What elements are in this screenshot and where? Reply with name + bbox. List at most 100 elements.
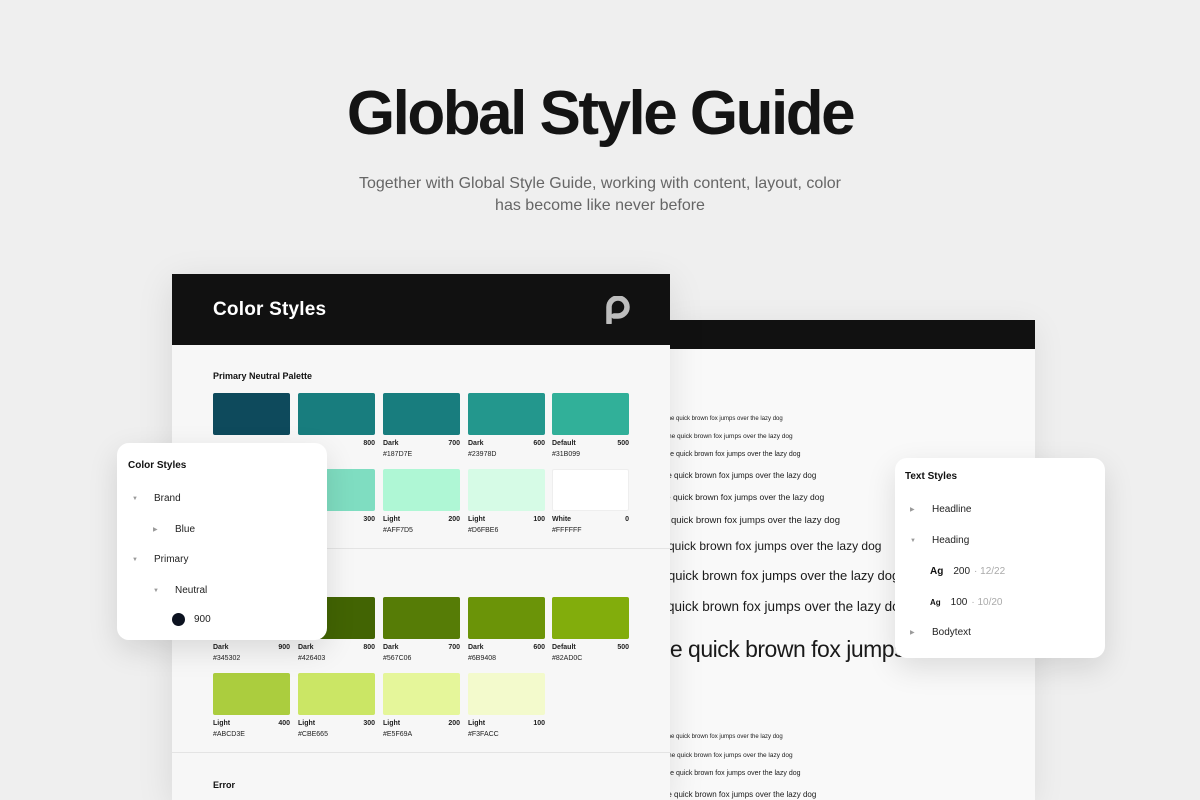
- swatch-weight: 300: [363, 720, 375, 727]
- tree-item-blue[interactable]: ▶ Blue: [153, 524, 195, 535]
- tree-item-label: Heading: [932, 535, 970, 546]
- text-styles-panel: Text Styles ▶ Headline ▼ Heading Ag 200 …: [895, 458, 1105, 658]
- swatch-label: Light: [298, 720, 316, 727]
- tree-item-label: Headline: [932, 504, 972, 515]
- caret-down-icon: ▼: [132, 495, 138, 502]
- text-sample: The quick brown fox jumps over the lazy …: [668, 568, 900, 583]
- text-sample: The quick brown fox jumps over the lazy …: [668, 433, 793, 440]
- tree-item-label: Primary: [154, 554, 189, 565]
- text-style-weight: 200: [953, 566, 971, 577]
- swatch-hex: #567C06: [383, 655, 412, 662]
- color-swatch[interactable]: [383, 469, 460, 511]
- text-styles-header: [668, 320, 1035, 349]
- section-title-error: Error: [213, 780, 236, 790]
- swatch-hex: #82AD0C: [552, 655, 583, 662]
- swatch-meta: Light 200 #AFF7D5: [383, 516, 460, 534]
- text-sample: The quick brown fox jumps over the lazy …: [668, 451, 801, 458]
- swatch-label: Default: [552, 440, 576, 447]
- swatch-meta: Dark 700 #187D7E: [383, 440, 460, 458]
- swatch-meta: Dark 700 #567C06: [383, 644, 460, 662]
- color-swatch[interactable]: [468, 469, 545, 511]
- page-subtitle: Together with Global Style Guide, workin…: [300, 173, 900, 217]
- swatch-hex: #345302: [213, 655, 241, 662]
- color-swatch[interactable]: [213, 393, 290, 435]
- swatch-label: Light: [383, 516, 401, 523]
- swatch-label: Default: [552, 644, 576, 651]
- swatch-weight: 600: [533, 440, 545, 447]
- text-sample: The quick brown fox jumps over the lazy …: [668, 790, 817, 799]
- color-swatch[interactable]: [552, 393, 629, 435]
- section-divider: [172, 752, 670, 753]
- tree-item-900[interactable]: 900: [172, 613, 211, 626]
- swatch-weight: 500: [617, 644, 629, 651]
- typography-ag-icon: Ag: [930, 566, 944, 577]
- swatch-label: Light: [468, 516, 486, 523]
- tree-item-heading[interactable]: ▼ Heading: [910, 535, 969, 546]
- swatch-weight: 0: [625, 516, 629, 523]
- p-logo-icon: [606, 296, 630, 324]
- caret-right-icon: ▶: [910, 630, 915, 636]
- color-swatch[interactable]: [552, 469, 629, 511]
- section-title-primary: Primary Neutral Palette: [213, 371, 313, 381]
- swatch-label: Dark: [468, 644, 484, 651]
- swatch-meta: Light 300 #CBE665: [298, 720, 375, 738]
- color-swatch[interactable]: [298, 393, 375, 435]
- caret-right-icon: ▶: [153, 527, 158, 533]
- swatch-meta: Dark 600 #23978D: [468, 440, 545, 458]
- swatch-weight: 900: [278, 644, 290, 651]
- text-sample: The quick brown fox jumps over the lazy …: [668, 752, 793, 759]
- swatch-label: Dark: [298, 644, 314, 651]
- swatch-hex: #F3FACC: [468, 731, 499, 738]
- color-swatch[interactable]: [383, 673, 460, 715]
- tree-item-headline[interactable]: ▶ Headline: [910, 504, 971, 515]
- swatch-label: Light: [383, 720, 401, 727]
- subtitle-line-1: Together with Global Style Guide, workin…: [358, 175, 842, 192]
- swatch-hex: #187D7E: [383, 451, 413, 458]
- caret-down-icon: ▼: [910, 537, 916, 544]
- swatch-meta: White 0 #FFFFFF: [552, 516, 629, 534]
- text-style-meta: · 10/20: [971, 597, 1003, 608]
- swatch-weight: 300: [363, 516, 375, 523]
- tree-item-label: Bodytext: [932, 627, 971, 638]
- text-style-100[interactable]: Ag 100 · 10/20: [930, 597, 1003, 608]
- tree-item-brand[interactable]: ▼ Brand: [132, 493, 181, 504]
- tree-item-primary[interactable]: ▼ Primary: [132, 554, 188, 565]
- text-sample-large: The quick brown fox jumps: [668, 636, 906, 662]
- swatch-weight: 700: [448, 644, 460, 651]
- tree-item-label: 900: [194, 614, 211, 625]
- swatch-meta: Default 500 #31B099: [552, 440, 629, 458]
- text-sample: The quick brown fox jumps over the lazy …: [668, 539, 882, 553]
- swatch-label: White: [552, 516, 572, 523]
- tree-item-neutral[interactable]: ▼ Neutral: [153, 585, 207, 596]
- color-swatch[interactable]: [383, 597, 460, 639]
- swatch-hex: #AFF7D5: [383, 527, 413, 534]
- swatch-hex: #6B9408: [468, 655, 497, 662]
- swatch-label: Dark: [213, 644, 229, 651]
- swatch-meta: Dark 900 #345302: [213, 644, 290, 662]
- swatch-hex: #426403: [298, 655, 326, 662]
- color-swatch[interactable]: [298, 673, 375, 715]
- text-style-meta: · 12/22: [974, 566, 1006, 577]
- color-swatch[interactable]: [383, 393, 460, 435]
- swatch-meta: Light 400 #ABCD3E: [213, 720, 290, 738]
- color-swatch[interactable]: [213, 673, 290, 715]
- swatch-weight: 600: [533, 644, 545, 651]
- text-style-200[interactable]: Ag 200 · 12/22: [930, 566, 1005, 577]
- swatch-weight: 700: [448, 440, 460, 447]
- color-swatch[interactable]: [552, 597, 629, 639]
- swatch-weight: 500: [617, 440, 629, 447]
- tree-item-bodytext[interactable]: ▶ Bodytext: [910, 627, 971, 638]
- color-swatch[interactable]: [468, 673, 545, 715]
- swatch-weight: 200: [448, 720, 460, 727]
- swatch-weight: 800: [363, 440, 375, 447]
- document-title: Color Styles: [213, 299, 327, 320]
- color-swatch[interactable]: [468, 393, 545, 435]
- swatch-label: Dark: [468, 440, 484, 447]
- page-title: Global Style Guide: [346, 79, 856, 148]
- text-sample: The quick brown fox jumps over the lazy …: [668, 734, 783, 740]
- swatch-meta: Dark 600 #6B9408: [468, 644, 545, 662]
- panel-title: Text Styles: [905, 471, 958, 482]
- color-swatch[interactable]: [468, 597, 545, 639]
- swatch-weight: 100: [533, 720, 545, 727]
- subtitle-line-2: has become like never before: [495, 197, 705, 214]
